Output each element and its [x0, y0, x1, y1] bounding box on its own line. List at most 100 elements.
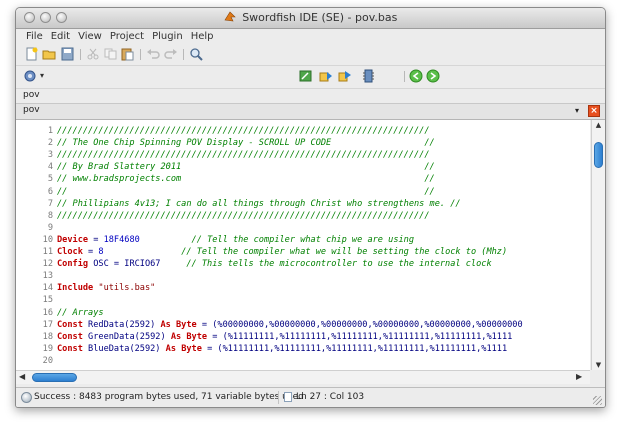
paste-icon[interactable] — [120, 47, 135, 61]
line-number: 5 — [47, 174, 53, 185]
code-token: Const — [57, 331, 83, 342]
line-number: 7 — [47, 198, 53, 209]
save-icon[interactable] — [60, 47, 75, 61]
copy-icon[interactable] — [103, 47, 118, 61]
back-icon[interactable] — [409, 69, 424, 83]
vertical-scroll-thumb[interactable] — [594, 142, 603, 168]
code-token: Clock — [57, 247, 83, 257]
code-line[interactable]: 18 Const GreenData(2592) As Byte = (%1111… — [16, 331, 513, 343]
undo-icon[interactable] — [146, 47, 161, 61]
device-icon[interactable] — [361, 69, 376, 83]
code-editor[interactable]: 1 ///////////////////////////////////////… — [16, 120, 590, 370]
title-bar[interactable]: Swordfish IDE (SE) - pov.bas — [16, 8, 605, 29]
code-token: As Byte — [160, 319, 197, 330]
cursor-position: Ln 27 : Col 103 — [296, 392, 365, 402]
code-line[interactable]: 11 Clock = 8 // Tell the compiler what we… — [16, 246, 508, 258]
code-line[interactable]: 7 // Phillipians 4v13; I can do all thing… — [16, 198, 461, 210]
toolbar-separator — [183, 49, 184, 60]
horizontal-scroll-thumb[interactable] — [32, 373, 77, 382]
plugin-dropdown-arrow-icon[interactable]: ▾ — [40, 71, 44, 80]
line-number: 1 — [47, 126, 53, 136]
code-token: // www.bradsprojects.com // — [57, 174, 435, 185]
breadcrumb[interactable]: pov — [23, 90, 40, 100]
menu-edit[interactable]: Edit — [51, 31, 70, 42]
build-icon[interactable] — [338, 69, 353, 83]
program-icon[interactable] — [319, 69, 334, 83]
code-line[interactable]: 17 Const RedData(2592) As Byte = (%000000… — [16, 319, 523, 331]
line-number: 9 — [47, 222, 53, 233]
code-token: Include — [57, 283, 94, 294]
code-line[interactable]: 19 Const BlueData(2592) As Byte = (%11111… — [16, 343, 508, 355]
status-message: Success : 8483 program bytes used, 71 va… — [34, 392, 304, 402]
redo-icon[interactable] — [163, 47, 178, 61]
code-line[interactable]: 1 ///////////////////////////////////////… — [16, 125, 430, 137]
success-status-icon — [21, 392, 32, 403]
code-line[interactable]: 3 ///////////////////////////////////////… — [16, 149, 430, 161]
code-token: Const — [57, 319, 83, 330]
close-tab-button[interactable]: × — [588, 105, 600, 117]
code-token: = — [82, 247, 99, 257]
menu-help[interactable]: Help — [191, 31, 214, 42]
code-token: ////////////////////////////////////////… — [57, 210, 430, 221]
code-token: ////////////////////////////////////////… — [57, 126, 430, 136]
scroll-right-arrow-icon[interactable]: ▶ — [576, 372, 582, 381]
compile-icon[interactable] — [298, 69, 313, 83]
code-token: As Byte — [170, 331, 208, 342]
code-line[interactable]: 14 Include "utils.bas" — [16, 282, 156, 294]
code-line[interactable]: 6 // // — [16, 186, 435, 198]
line-number: 2 — [47, 138, 53, 149]
find-icon[interactable] — [189, 47, 204, 61]
cut-icon[interactable] — [86, 47, 101, 61]
line-number: 16 — [42, 307, 53, 318]
forward-icon[interactable] — [426, 69, 441, 83]
code-line[interactable]: 5 // www.bradsprojects.com // — [16, 173, 435, 185]
tab-list-dropdown-icon[interactable]: ▾ — [575, 106, 579, 115]
code-line[interactable]: 15 — [16, 294, 57, 306]
code-line[interactable]: 4 // By Brad Slattery 2011 // — [16, 161, 435, 173]
window-title-wrap: Swordfish IDE (SE) - pov.bas — [16, 11, 605, 24]
line-number: 11 — [42, 247, 53, 257]
resize-grip-icon[interactable] — [593, 396, 602, 405]
menu-file[interactable]: File — [26, 31, 43, 42]
toolbar-separator — [140, 49, 141, 60]
code-token: OSC = IRCIO67 — [88, 259, 187, 270]
plugin-icon[interactable] — [24, 69, 39, 83]
code-line[interactable]: 8 ///////////////////////////////////////… — [16, 210, 430, 222]
editor-tab-bar: pov ▾ × — [16, 104, 605, 120]
horizontal-scrollbar[interactable]: ◀ ▶ — [16, 370, 590, 384]
line-number: 18 — [42, 331, 53, 342]
open-folder-icon[interactable] — [42, 47, 57, 61]
scroll-left-arrow-icon[interactable]: ◀ — [19, 372, 25, 381]
code-token: "utils.bas" — [98, 283, 156, 294]
menu-view[interactable]: View — [78, 31, 102, 42]
menu-bar: File Edit View Project Plugin Help — [16, 29, 605, 45]
menu-plugin[interactable]: Plugin — [152, 31, 183, 42]
code-token: ////////////////////////////////////////… — [57, 150, 430, 161]
code-line[interactable]: 13 — [16, 270, 57, 282]
code-token: = — [88, 234, 104, 245]
code-line[interactable]: 12 Config OSC = IRCIO67 // This tells the… — [16, 258, 492, 270]
line-number: 6 — [47, 186, 53, 197]
code-token: Const — [57, 343, 83, 354]
code-token: // Tell the compiler what we will be set… — [181, 247, 508, 257]
code-line[interactable]: 20 — [16, 355, 57, 367]
code-line[interactable]: 16 // Arrays — [16, 307, 104, 319]
build-toolbar: ▾ — [16, 65, 605, 89]
new-file-icon[interactable] — [24, 47, 39, 61]
scroll-down-arrow-icon[interactable]: ▼ — [592, 360, 605, 370]
scroll-up-arrow-icon[interactable]: ▲ — [592, 120, 605, 130]
line-number: 17 — [42, 319, 53, 330]
code-token: // The One Chip Spinning POV Display - S… — [57, 138, 435, 149]
tab-pov[interactable]: pov — [23, 105, 40, 115]
code-line[interactable]: 9 — [16, 222, 57, 234]
code-token: // By Brad Slattery 2011 // — [57, 162, 435, 173]
menu-project[interactable]: Project — [110, 31, 144, 42]
ide-window: Swordfish IDE (SE) - pov.bas File Edit V… — [15, 7, 606, 408]
vertical-scrollbar[interactable]: ▲ ▼ — [591, 120, 605, 370]
code-line[interactable]: 2 // The One Chip Spinning POV Display - … — [16, 137, 435, 149]
code-line[interactable]: 10 Device = 18F4680 // Tell the compiler … — [16, 234, 414, 246]
code-token: // Phillipians 4v13; I can do all things… — [57, 198, 461, 209]
line-number: 12 — [42, 259, 53, 270]
status-bar: Success : 8483 program bytes used, 71 va… — [16, 387, 605, 407]
